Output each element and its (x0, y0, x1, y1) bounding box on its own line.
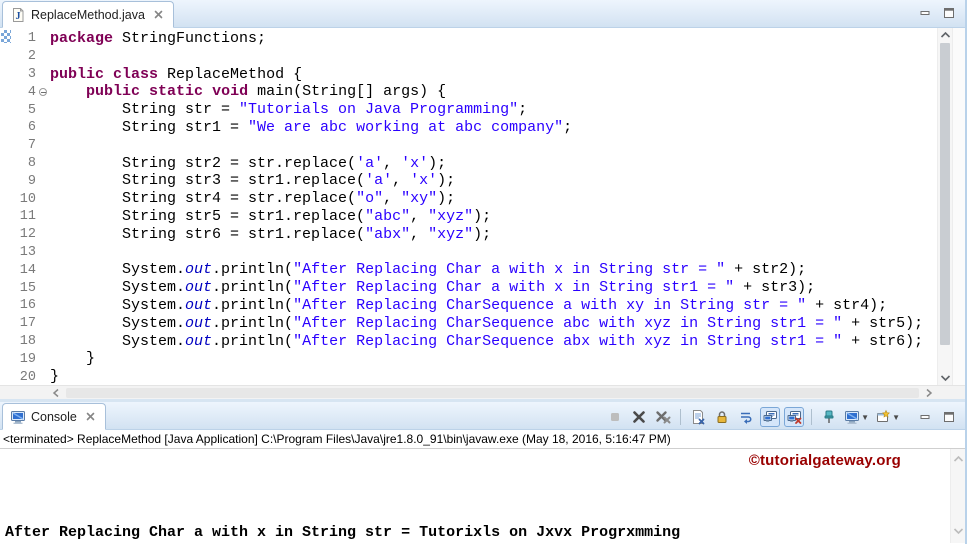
console-tab-label: Console (31, 409, 77, 424)
code-line[interactable]: System.out.println("After Replacing Char… (50, 279, 937, 297)
console-scroll-down-icon[interactable] (953, 523, 964, 541)
code-line[interactable]: System.out.println("After Replacing Char… (50, 333, 937, 351)
code-line[interactable]: public class ReplaceMethod { (50, 66, 937, 84)
annotation-ruler[interactable] (0, 28, 13, 385)
remove-launch-button[interactable] (629, 407, 649, 427)
code-line[interactable]: } (50, 368, 937, 385)
scroll-down-icon[interactable] (938, 371, 952, 385)
line-number[interactable]: 13 (13, 244, 48, 262)
editor-tab-close-icon[interactable] (153, 9, 164, 20)
toolbar-separator (811, 409, 813, 425)
line-number[interactable]: 6 (13, 119, 48, 137)
line-number[interactable]: 19 (13, 350, 48, 368)
console-vertical-scrollbar[interactable] (950, 449, 965, 543)
console-toolbar: ▼ ▼ (605, 406, 959, 428)
editor-tab-label: ReplaceMethod.java (31, 7, 145, 22)
line-number[interactable]: 10 (13, 190, 48, 208)
show-stdout-toggle[interactable] (760, 407, 781, 427)
code-line[interactable]: String str2 = str.replace('a', 'x'); (50, 155, 937, 173)
editor-vertical-scrollbar[interactable] (937, 28, 952, 385)
java-file-icon: J (10, 7, 26, 23)
scroll-lock-toggle[interactable] (712, 407, 732, 427)
quickdiff-marker (1, 30, 11, 43)
code-line[interactable]: System.out.println("After Replacing Char… (50, 297, 937, 315)
code-line[interactable]: String str1 = "We are abc working at abc… (50, 119, 937, 137)
line-number[interactable]: 3 (13, 66, 48, 84)
line-number[interactable]: 4 (13, 83, 48, 101)
console-output-line: After Replacing Char a with x in String … (5, 542, 945, 543)
line-number[interactable]: 5 (13, 101, 48, 119)
minimize-console-button[interactable] (915, 407, 935, 427)
line-number[interactable]: 12 (13, 226, 48, 244)
editor-tab-replacemethod[interactable]: J ReplaceMethod.java (2, 1, 174, 28)
scroll-up-icon[interactable] (938, 28, 952, 42)
line-number[interactable]: 17 (13, 315, 48, 333)
word-wrap-toggle[interactable] (736, 407, 756, 427)
code-area[interactable]: package StringFunctions; public class Rep… (48, 28, 937, 385)
clear-console-button[interactable] (688, 407, 708, 427)
code-line[interactable]: public static void main(String[] args) { (50, 83, 937, 101)
console-tabbar: Console ▼ ▼ (0, 402, 965, 430)
watermark: ©tutorialgateway.org (748, 452, 901, 469)
show-stderr-toggle[interactable] (784, 407, 805, 427)
console-tab[interactable]: Console (2, 403, 106, 430)
line-number[interactable]: 20 (13, 368, 48, 386)
editor-hscroll-thumb[interactable] (66, 387, 919, 398)
display-selected-console-button[interactable]: ▼ (843, 407, 870, 427)
console-output[interactable]: ©tutorialgateway.org After Replacing Cha… (0, 449, 965, 543)
line-number-ruler[interactable]: 1 2 3 4 5 6 7 8 9 10 11 12 13 14 15 16 17 18 19 20 (13, 28, 48, 385)
terminate-button[interactable] (605, 407, 625, 427)
dropdown-arrow-icon[interactable]: ▼ (861, 413, 869, 422)
editor-maximize-button[interactable] (941, 5, 957, 21)
code-line[interactable]: String str6 = str1.replace("abx", "xyz")… (50, 226, 937, 244)
code-line[interactable]: package StringFunctions; (50, 30, 937, 48)
scroll-left-icon[interactable] (48, 388, 64, 398)
line-number[interactable]: 15 (13, 279, 48, 297)
scroll-right-icon[interactable] (921, 388, 937, 398)
fold-collapse-icon[interactable] (38, 88, 47, 97)
code-line[interactable]: String str = "Tutorials on Java Programm… (50, 101, 937, 119)
line-number[interactable]: 9 (13, 172, 48, 190)
line-number[interactable]: 16 (13, 297, 48, 315)
code-line[interactable] (50, 244, 937, 262)
code-line[interactable] (50, 137, 937, 155)
console-icon (10, 409, 26, 425)
dropdown-arrow-icon[interactable]: ▼ (892, 413, 900, 422)
code-line[interactable]: } (50, 350, 937, 368)
maximize-console-button[interactable] (939, 407, 959, 427)
code-line[interactable]: String str4 = str.replace("o", "xy"); (50, 190, 937, 208)
remove-all-terminated-button[interactable] (653, 407, 673, 427)
svg-text:J: J (16, 11, 21, 22)
code-line[interactable]: String str5 = str1.replace("abc", "xyz")… (50, 208, 937, 226)
line-number[interactable]: 18 (13, 333, 48, 351)
editor-area: 1 2 3 4 5 6 7 8 9 10 11 12 13 14 15 16 17 18 19 20 package … (0, 28, 965, 385)
console-output-line: After Replacing Char a with x in String … (5, 524, 681, 541)
line-number[interactable]: 14 (13, 261, 48, 279)
line-number[interactable]: 1 (13, 30, 48, 48)
code-line[interactable]: String str3 = str1.replace('a', 'x'); (50, 172, 937, 190)
console-scroll-up-icon[interactable] (953, 451, 964, 469)
open-console-button[interactable]: ▼ (874, 407, 901, 427)
editor-vscroll-thumb[interactable] (940, 43, 950, 345)
pin-console-toggle[interactable] (819, 407, 839, 427)
console-tab-close-icon[interactable] (85, 411, 96, 422)
editor-tabbar: J ReplaceMethod.java (0, 0, 965, 28)
eclipse-window: J ReplaceMethod.java 1 2 3 4 5 6 7 8 9 10 11 12 13 14… (0, 0, 967, 544)
toolbar-separator (680, 409, 682, 425)
editor-minimize-button[interactable] (917, 5, 933, 21)
code-line[interactable]: System.out.println("After Replacing Char… (50, 261, 937, 279)
line-number[interactable]: 11 (13, 208, 48, 226)
console-status-line: <terminated> ReplaceMethod [Java Applica… (0, 430, 965, 449)
line-number[interactable]: 2 (13, 48, 48, 66)
line-number[interactable]: 7 (13, 137, 48, 155)
overview-ruler[interactable] (952, 28, 965, 385)
line-number[interactable]: 8 (13, 155, 48, 173)
code-line[interactable]: System.out.println("After Replacing Char… (50, 315, 937, 333)
code-line[interactable] (50, 48, 937, 66)
editor-horizontal-scrollbar[interactable] (0, 385, 965, 399)
